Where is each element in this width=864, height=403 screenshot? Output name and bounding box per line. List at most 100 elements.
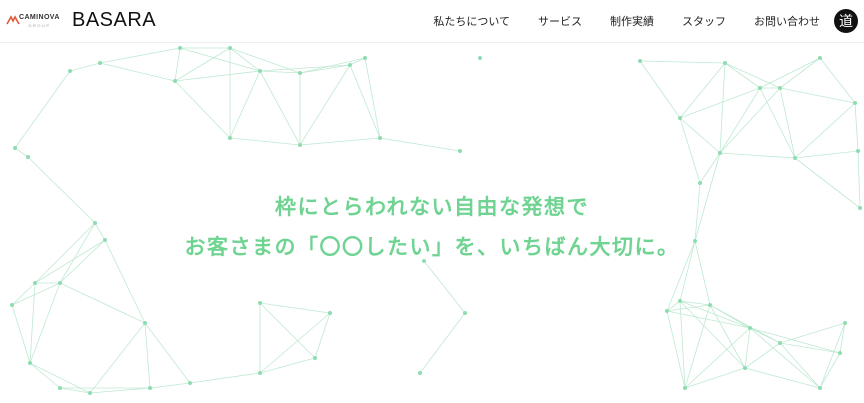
network-node — [143, 321, 147, 325]
network-node — [258, 69, 262, 73]
network-node — [258, 371, 262, 375]
network-link — [699, 152, 721, 184]
network-link — [819, 322, 846, 389]
network-link — [144, 322, 191, 384]
nav-item-works[interactable]: 制作実績 — [610, 13, 654, 29]
network-link — [349, 57, 366, 66]
main-nav: 私たちについて サービス 制作実績 スタッフ お問い合わせ — [405, 0, 820, 42]
network-link — [839, 322, 846, 354]
network-node — [10, 303, 14, 307]
network-node — [678, 116, 682, 120]
network-link — [69, 62, 101, 72]
network-link — [174, 47, 181, 82]
network-link — [11, 304, 31, 364]
network-link — [89, 322, 146, 394]
network-node — [743, 366, 747, 370]
network-link — [794, 150, 859, 159]
network-link — [779, 342, 821, 389]
network-node — [458, 149, 462, 153]
network-node — [228, 46, 232, 50]
site-header: CAMINOVA GROUP BASARA 私たちについて サービス 制作実績 … — [0, 0, 864, 43]
network-link — [259, 64, 351, 72]
hero-tagline-line2: お客さまの「〇〇したい」を、いちばん大切に。 — [184, 235, 680, 259]
network-link — [639, 60, 681, 119]
network-link — [189, 372, 261, 384]
network-link — [719, 87, 781, 154]
parent-brand-logo[interactable]: CAMINOVA GROUP — [19, 14, 60, 30]
nav-item-staff[interactable]: スタッフ — [682, 13, 726, 29]
network-link — [364, 57, 381, 139]
network-link — [759, 87, 796, 159]
network-node — [838, 351, 842, 355]
network-link — [174, 80, 231, 139]
network-node — [708, 303, 712, 307]
network-link — [819, 352, 841, 389]
network-link — [229, 70, 261, 139]
network-node — [13, 146, 17, 150]
network-link — [59, 282, 146, 324]
network-link — [14, 147, 29, 158]
network-node — [313, 356, 317, 360]
network-link — [423, 260, 466, 314]
network-node — [748, 326, 752, 330]
network-node — [68, 69, 72, 73]
network-node — [793, 156, 797, 160]
network-link — [744, 327, 751, 369]
network-node — [758, 86, 762, 90]
network-link — [299, 64, 351, 74]
network-link — [144, 322, 151, 389]
network-node — [26, 155, 30, 159]
caminova-logo-icon[interactable] — [6, 14, 20, 26]
network-node — [298, 71, 302, 75]
network-link — [259, 70, 301, 74]
network-node — [478, 56, 482, 60]
network-node — [58, 281, 62, 285]
network-node — [178, 46, 182, 50]
network-link — [89, 387, 151, 394]
network-link — [639, 60, 726, 64]
network-link — [419, 312, 466, 374]
hero-section: 枠にとらわれない自由な発想で お客さまの「〇〇したい」を、いちばん大切に。 — [0, 43, 864, 403]
network-node — [723, 61, 727, 65]
network-node — [856, 149, 860, 153]
nav-item-about[interactable]: 私たちについて — [433, 13, 510, 29]
network-link — [794, 102, 856, 159]
network-link — [679, 117, 721, 154]
network-node — [98, 61, 102, 65]
network-node — [173, 79, 177, 83]
network-node — [678, 299, 682, 303]
network-link — [259, 302, 331, 314]
network-link — [679, 117, 701, 184]
network-link — [779, 57, 821, 89]
network-node — [853, 101, 857, 105]
network-node — [348, 63, 352, 67]
network-link — [819, 57, 856, 104]
network-node — [298, 143, 302, 147]
network-link — [724, 62, 781, 89]
network-link — [666, 310, 686, 389]
network-link — [779, 322, 846, 344]
site-logo[interactable]: BASARA — [72, 9, 156, 32]
network-link — [299, 137, 381, 146]
network-node — [818, 56, 822, 60]
network-background — [10, 46, 862, 395]
network-link — [174, 47, 231, 82]
network-node — [665, 309, 669, 313]
network-link — [779, 87, 796, 159]
network-link — [99, 47, 181, 64]
network-link — [179, 47, 261, 72]
nav-item-contact[interactable]: お問い合わせ — [754, 13, 820, 29]
network-node — [718, 151, 722, 155]
network-node — [88, 391, 92, 395]
hero-tagline-line1: 枠にとらわれない自由な発想で — [275, 195, 589, 219]
network-node — [843, 321, 847, 325]
network-node — [638, 59, 642, 63]
network-node — [683, 386, 687, 390]
parent-brand-sub: GROUP — [28, 23, 51, 28]
network-link — [149, 382, 191, 389]
network-node — [188, 381, 192, 385]
network-node — [58, 386, 62, 390]
seal-icon[interactable]: 道 — [834, 9, 858, 33]
network-node — [258, 301, 262, 305]
nav-item-services[interactable]: サービス — [538, 13, 582, 29]
